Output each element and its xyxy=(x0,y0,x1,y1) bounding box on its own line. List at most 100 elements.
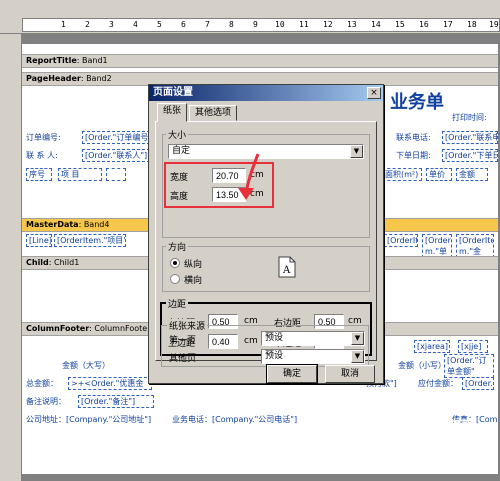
band-name: Child xyxy=(26,258,49,267)
amount-lower-field[interactable]: [Order."订单金额" xyxy=(444,354,494,378)
ruler-mark: 14 xyxy=(371,20,381,29)
xjje-field[interactable]: [xjje] xyxy=(458,340,488,353)
cancel-button[interactable]: 取消 xyxy=(325,365,375,383)
close-button[interactable]: × xyxy=(367,87,381,99)
chevron-down-icon: ▼ xyxy=(351,350,364,363)
first-page-value: 预设 xyxy=(265,333,284,343)
baidu-paw-icon xyxy=(333,419,387,449)
date-label[interactable]: 下单日期: xyxy=(396,150,431,161)
page-orientation-icon: A xyxy=(278,256,296,278)
horizontal-ruler: 1 2 3 4 5 6 7 8 9 10 11 12 13 14 15 16 1… xyxy=(0,0,500,34)
ruler-mark: 3 xyxy=(109,20,114,29)
amount-lower-label[interactable]: 金额（小写） xyxy=(398,360,446,371)
band-name: MasterData xyxy=(26,220,79,229)
xjarea-field[interactable]: [xjarea] xyxy=(414,340,450,353)
md-unit-field[interactable]: [OrderIte m."单价"] xyxy=(422,234,452,258)
note-label[interactable]: 备注说明： xyxy=(26,396,66,407)
band-name: ReportTitle xyxy=(26,56,77,65)
col-unit[interactable]: 单价 xyxy=(426,168,452,181)
date-field[interactable]: [Order."下单日 xyxy=(442,149,498,162)
ruler-mark: 17 xyxy=(443,20,453,29)
ruler-mark: 10 xyxy=(275,20,285,29)
other-pages-label: 其他页 xyxy=(169,354,197,364)
watermark-brand: Baidu 经验 xyxy=(388,418,477,437)
paper-source-label: 纸张来源 xyxy=(167,319,208,332)
col-amount[interactable]: 金额 xyxy=(456,168,488,181)
band-name: ColumnFooter xyxy=(26,324,90,333)
md-area-field[interactable]: [OrderItem."面积 xyxy=(384,234,418,247)
ruler-mark: 1 xyxy=(61,20,66,29)
ruler-mark: 5 xyxy=(157,20,162,29)
ruler-mark: 11 xyxy=(299,20,309,29)
print-time-label[interactable]: 打印时间: xyxy=(452,112,487,123)
band-suffix: : ColumnFooter1 xyxy=(89,324,156,333)
width-label: 宽度 xyxy=(170,173,189,183)
first-page-label: 第一页 xyxy=(169,336,197,346)
tab-paper[interactable]: 纸张 xyxy=(157,103,188,122)
portrait-radio[interactable] xyxy=(170,258,180,268)
annotation-arrow-icon xyxy=(238,153,260,200)
page-setup-dialog: 页面设置 × 纸张 其他选项 大小 自定▼ 宽度 cm 高度 cm 方向 纵向 … xyxy=(148,84,384,384)
band-report-title[interactable]: ReportTitle: Band1 xyxy=(22,54,498,68)
band-suffix: : Band1 xyxy=(76,56,108,65)
contact-field[interactable]: [Order."联系人"] xyxy=(82,149,150,162)
watermark: Baidu 经验 jingyan.baidu.com xyxy=(330,408,490,468)
band-suffix: : Band2 xyxy=(80,74,112,83)
chevron-down-icon: ▼ xyxy=(351,332,364,345)
md-amount-field[interactable]: [OrderIte m."金额"] xyxy=(456,234,494,258)
other-pages-select[interactable]: 预设 ▼ xyxy=(261,349,365,364)
order-no-label[interactable]: 订单编号: xyxy=(26,132,61,143)
ruler-mark: 16 xyxy=(419,20,429,29)
note-field[interactable]: [Order."备注"] xyxy=(78,395,154,408)
tab-other-options[interactable]: 其他选项 xyxy=(189,105,238,121)
ruler-mark: 2 xyxy=(85,20,90,29)
total-field[interactable]: >+<Order."优惠金 xyxy=(68,377,152,390)
report-header-title[interactable]: 业务单 xyxy=(390,88,444,114)
order-no-field[interactable]: [Order."订单编号"] xyxy=(82,131,150,144)
company-phone[interactable]: 业务电话：[Company."公司电话"] xyxy=(172,414,297,425)
band-suffix: : Band4 xyxy=(78,220,110,229)
amount-upper-label[interactable]: 金额（大写） xyxy=(62,360,110,371)
ruler-mark: 9 xyxy=(253,20,258,29)
vertical-ruler xyxy=(0,34,22,481)
height-label: 高度 xyxy=(170,192,189,202)
ruler-mark: 4 xyxy=(133,20,138,29)
md-item-field[interactable]: [OrderItem."项目" xyxy=(54,234,126,247)
ruler-mark: 7 xyxy=(205,20,210,29)
other-pages-value: 预设 xyxy=(265,351,284,361)
band-suffix: : Child1 xyxy=(48,258,80,267)
first-page-select[interactable]: 预设 ▼ xyxy=(261,331,365,346)
ruler-mark: 13 xyxy=(347,20,357,29)
landscape-radio[interactable] xyxy=(170,274,180,284)
dialog-title[interactable]: 页面设置 xyxy=(149,85,383,101)
svg-text:A: A xyxy=(282,265,291,276)
watermark-url: jingyan.baidu.com xyxy=(388,438,472,448)
margin-group-label: 边距 xyxy=(166,297,189,310)
total-label[interactable]: 总金额： xyxy=(26,378,58,389)
col-blank[interactable] xyxy=(106,168,126,181)
company-address[interactable]: 公司地址：[Company."公司地址"] xyxy=(26,414,151,425)
col-area[interactable]: 面积(m²) xyxy=(382,168,422,181)
ruler-mark: 18 xyxy=(467,20,477,29)
phone-label[interactable]: 联系电话: xyxy=(396,132,431,143)
landscape-label[interactable]: 横向 xyxy=(184,273,202,286)
phone-field[interactable]: [Order."联系电 xyxy=(442,131,498,144)
ruler-mark: 8 xyxy=(229,20,234,29)
receivable-label[interactable]: 应付金额： xyxy=(418,378,458,389)
ruler-mark: 15 xyxy=(395,20,405,29)
ok-button[interactable]: 确定 xyxy=(266,364,318,384)
md-line-field[interactable]: [Line] xyxy=(26,234,52,247)
ruler-strip: 1 2 3 4 5 6 7 8 9 10 11 12 13 14 15 16 1… xyxy=(22,18,500,32)
col-item[interactable]: 项 目 xyxy=(58,168,102,181)
ruler-mark: 6 xyxy=(181,20,186,29)
contact-label[interactable]: 联 系 人: xyxy=(26,150,58,161)
band-name: PageHeader xyxy=(26,74,81,83)
size-select-value: 自定 xyxy=(172,146,191,156)
portrait-label[interactable]: 纵向 xyxy=(184,257,202,270)
col-seq[interactable]: 序号 xyxy=(26,168,52,181)
orientation-group-label: 方向 xyxy=(166,240,189,253)
size-group-label: 大小 xyxy=(166,128,189,141)
chevron-down-icon: ▼ xyxy=(350,145,363,158)
receivable-field[interactable]: [Order. xyxy=(462,377,494,390)
ruler-mark: 19 xyxy=(489,20,499,29)
